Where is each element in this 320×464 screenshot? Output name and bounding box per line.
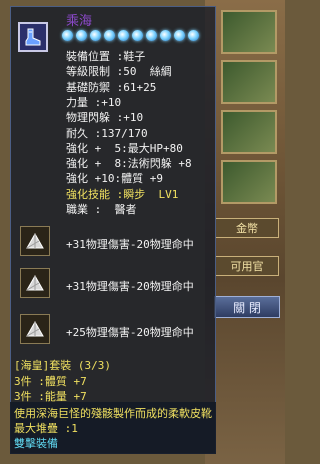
gem-row: +25物理傷害-20物理命中 [20,314,220,348]
gem-slot[interactable] [20,226,50,256]
gem-bonus-text: +31物理傷害-20物理命中 [66,238,194,251]
stat-line: 強化 +10:體質 +9 [66,172,163,186]
star-icon [132,30,143,41]
star-icon [76,30,87,41]
gem-icon [26,320,44,337]
set-title: [海皇]套裝 (3/3) [14,359,111,372]
gem-icon [26,274,44,291]
star-icon [62,30,73,41]
stat-line: 強化技能 :瞬步 LV1 [66,187,179,201]
stat-line: 強化 + 8:法術閃躲 +8 [66,157,192,171]
double-click-hint: 雙擊裝備 [14,437,58,450]
available-tab[interactable]: 可用官 [215,256,279,276]
boots-icon [25,28,41,46]
star-icon [188,30,199,41]
stat-line: 物理閃躲 :+10 [66,111,144,125]
gem-icon [26,232,44,249]
star-icon [118,30,129,41]
inventory-slot[interactable] [221,60,277,104]
item-name: 乘海 [66,14,93,29]
close-button[interactable]: 關 閉 [214,296,280,318]
star-icon [90,30,101,41]
item-description: 使用深海巨怪的殘骸製作而成的柔軟皮靴 [14,407,212,420]
gem-bonus-text: +31物理傷害-20物理命中 [66,280,194,293]
stat-line: 等級限制 :50 絲綢 [66,65,172,79]
gold-tab[interactable]: 金幣 [215,218,279,238]
star-icon [146,30,157,41]
inventory-slot[interactable] [221,160,277,204]
star-icon [174,30,185,41]
set-bonus: 3件 :體質 +7 [14,375,87,388]
gem-slot[interactable] [20,268,50,298]
stat-line: 耐久 :137/170 [66,126,148,140]
gem-row: +31物理傷害-20物理命中 [20,226,220,260]
stat-line: 職業 : 醫者 [66,203,137,216]
stat-line: 力量 :+10 [66,95,122,109]
max-stack: 最大堆疊 :1 [14,422,78,435]
stat-line: 強化 + 5:最大HP+80 [66,141,183,155]
gem-row: +31物理傷害-20物理命中 [20,268,220,302]
star-icon [160,30,171,41]
star-icon [104,30,115,41]
inventory-slot[interactable] [221,10,277,54]
gem-bonus-text: +25物理傷害-20物理命中 [66,326,194,339]
stat-line: 裝備位置 :鞋子 [66,50,146,63]
gem-slot[interactable] [20,314,50,344]
inventory-slot[interactable] [221,110,277,154]
enhancement-stars [62,30,199,41]
stat-line: 基礎防禦 :61+25 [66,80,157,94]
item-icon-slot [18,22,48,52]
